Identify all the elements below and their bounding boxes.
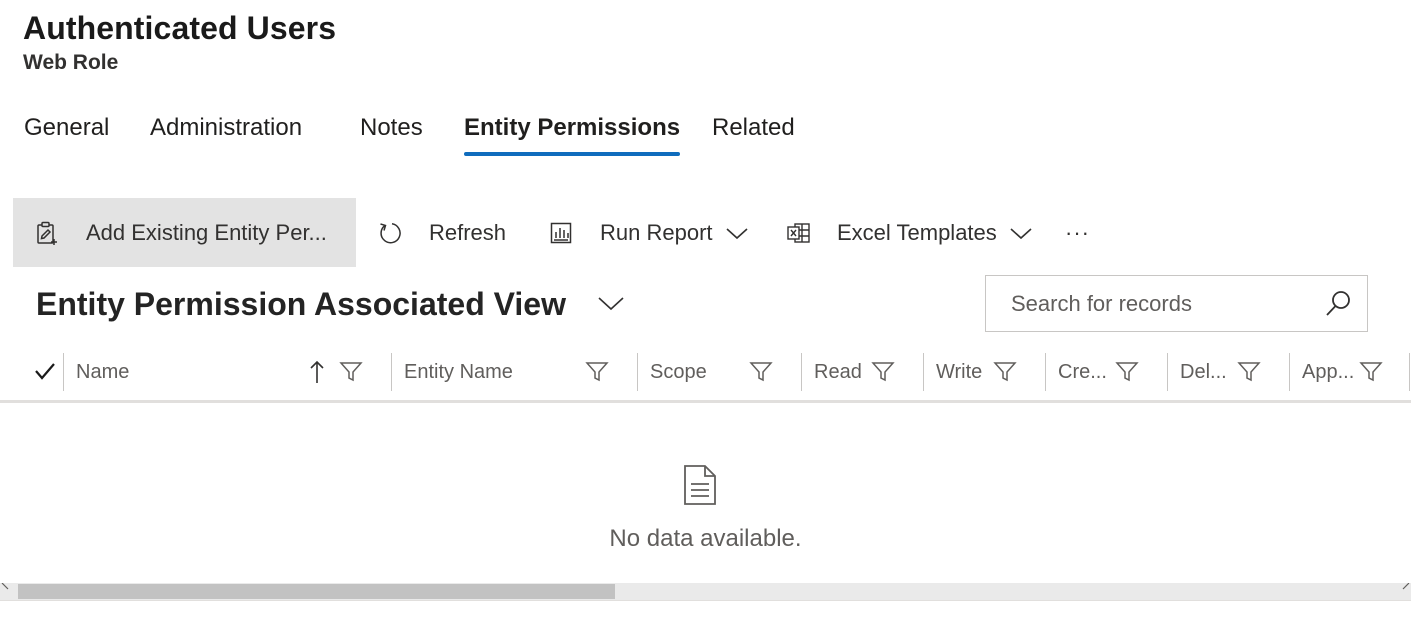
add-existing-icon [33, 219, 61, 247]
search-box [985, 275, 1368, 332]
view-selector-chevron-icon[interactable] [596, 288, 628, 320]
more-icon: ··· [1065, 219, 1090, 245]
column-label: Scope [650, 360, 707, 383]
tab-general[interactable]: General [24, 108, 109, 148]
scroll-right-arrow-icon[interactable] [1399, 582, 1411, 600]
filter-icon[interactable] [1237, 359, 1263, 385]
excel-templates-label: Excel Templates [837, 219, 997, 245]
filter-icon[interactable] [1359, 359, 1385, 385]
column-label: Cre... [1058, 360, 1107, 383]
column-header-scope[interactable]: Scope [637, 353, 801, 391]
view-title[interactable]: Entity Permission Associated View [36, 282, 566, 326]
column-header-name[interactable]: Name [63, 353, 391, 391]
excel-icon [785, 219, 813, 247]
refresh-icon [376, 219, 404, 247]
column-label: Read [814, 360, 862, 383]
record-header: Authenticated Users Web Role [23, 8, 336, 77]
search-input[interactable] [986, 276, 1316, 331]
grid-header: Name Entity Name Scope Read Write Cre...… [0, 345, 1411, 403]
divider [0, 600, 1411, 601]
filter-icon[interactable] [339, 359, 365, 385]
chevron-down-icon [723, 219, 751, 247]
column-header-read[interactable]: Read [801, 353, 923, 391]
column-label: Write [936, 360, 983, 383]
add-existing-button[interactable]: Add Existing Entity Per... [13, 198, 356, 267]
column-label: Entity Name [404, 360, 513, 383]
excel-templates-button[interactable]: Excel Templates [785, 198, 1035, 267]
column-header-create[interactable]: Cre... [1045, 353, 1167, 391]
filter-icon[interactable] [871, 359, 897, 385]
tab-notes[interactable]: Notes [360, 108, 423, 148]
empty-message: No data available. [609, 525, 802, 552]
more-commands-button[interactable]: ··· [1065, 198, 1090, 267]
report-icon [547, 219, 575, 247]
tab-entity-permissions[interactable]: Entity Permissions [464, 108, 681, 156]
column-header-delete[interactable]: Del... [1167, 353, 1289, 391]
column-label: Name [76, 360, 130, 383]
column-header-write[interactable]: Write [923, 353, 1045, 391]
select-all-checkmark-icon[interactable] [33, 359, 59, 385]
tab-related[interactable]: Related [712, 108, 795, 148]
empty-state: No data available. [0, 402, 1411, 584]
scroll-left-arrow-icon[interactable] [0, 582, 12, 600]
record-title: Authenticated Users [23, 10, 337, 46]
scrollbar-thumb[interactable] [18, 584, 615, 599]
document-icon [682, 464, 718, 506]
command-bar: Add Existing Entity Per... Refresh Run R… [13, 198, 1133, 267]
record-entity-type: Web Role [23, 51, 119, 74]
tab-administration[interactable]: Administration [150, 108, 302, 148]
refresh-button[interactable]: Refresh [376, 198, 506, 267]
run-report-label: Run Report [600, 219, 713, 245]
chevron-down-icon [1007, 219, 1035, 247]
horizontal-scrollbar[interactable] [0, 582, 1411, 600]
column-label: App... [1302, 360, 1355, 383]
refresh-label: Refresh [429, 219, 507, 245]
filter-icon[interactable] [993, 359, 1019, 385]
filter-icon[interactable] [1115, 359, 1141, 385]
filter-icon[interactable] [585, 359, 611, 385]
column-header-entity-name[interactable]: Entity Name [391, 353, 637, 391]
column-label: Del... [1180, 360, 1227, 383]
run-report-button[interactable]: Run Report [547, 198, 751, 267]
filter-icon[interactable] [749, 359, 775, 385]
column-header-append[interactable]: App... [1289, 353, 1410, 391]
add-existing-label: Add Existing Entity Per... [86, 219, 327, 245]
sort-ascending-icon [306, 358, 328, 386]
search-icon[interactable] [1323, 289, 1353, 319]
